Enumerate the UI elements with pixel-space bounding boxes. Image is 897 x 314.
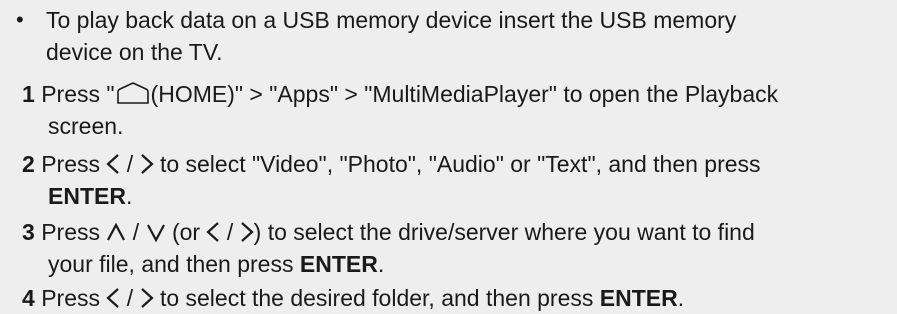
step-press-text: Press <box>41 151 100 177</box>
step-end: . <box>677 285 685 311</box>
step-press-text: Press " <box>41 81 115 107</box>
step-2: 2 Press / to select "Video", "Photo", "A… <box>22 148 888 212</box>
separator: / <box>226 219 234 245</box>
step-end: . <box>377 251 385 277</box>
left-arrow-icon <box>106 287 120 309</box>
step-3: 3 Press / (or / ) to select the drive/se… <box>22 216 888 280</box>
instruction-page: • To play back data on a USB memory devi… <box>0 0 897 312</box>
step-4: 4 Press / to select the desired folder, … <box>22 282 888 314</box>
step-number: 1 <box>22 81 35 107</box>
step-text: to select "Video", "Photo", "Audio" or "… <box>159 151 761 177</box>
intro-line-2: device on the TV. <box>46 39 223 65</box>
home-icon <box>115 81 151 105</box>
step-1: 1 Press " (HOME)" > "Apps" > "MultiMediaP… <box>22 78 888 142</box>
step-number: 2 <box>22 151 35 177</box>
step-press-text: Press <box>41 285 100 311</box>
paren-open: (or <box>171 219 201 245</box>
step-continuation: screen. <box>48 113 124 139</box>
step-text: (HOME)" > "Apps" > "MultiMediaPlayer" to… <box>150 81 779 107</box>
step-continuation: your file, and then press <box>48 251 294 277</box>
intro-line-1: To play back data on a USB memory device… <box>46 7 737 33</box>
right-arrow-icon <box>140 287 154 309</box>
right-arrow-icon <box>240 221 254 243</box>
enter-key-label: ENTER <box>599 285 678 311</box>
step-press-text: Press <box>41 219 100 245</box>
enter-key-label: ENTER <box>299 251 378 277</box>
step-number: 3 <box>22 219 35 245</box>
left-arrow-icon <box>206 221 220 243</box>
right-arrow-icon <box>140 153 154 175</box>
left-arrow-icon <box>106 153 120 175</box>
intro-text: To play back data on a USB memory device… <box>46 4 876 68</box>
step-end: . <box>125 183 133 209</box>
step-text: to select the drive/server where you wan… <box>267 219 755 245</box>
intro-bullet: • To play back data on a USB memory devi… <box>16 4 876 68</box>
separator: / <box>132 219 140 245</box>
bullet-mark: • <box>16 7 24 32</box>
separator: / <box>126 151 134 177</box>
paren-close: ) <box>253 219 262 245</box>
enter-key-label: ENTER <box>48 183 126 209</box>
down-arrow-icon <box>146 221 166 243</box>
up-arrow-icon <box>106 221 126 243</box>
separator: / <box>126 285 134 311</box>
step-number: 4 <box>22 285 35 311</box>
step-text: to select the desired folder, and then p… <box>159 285 594 311</box>
